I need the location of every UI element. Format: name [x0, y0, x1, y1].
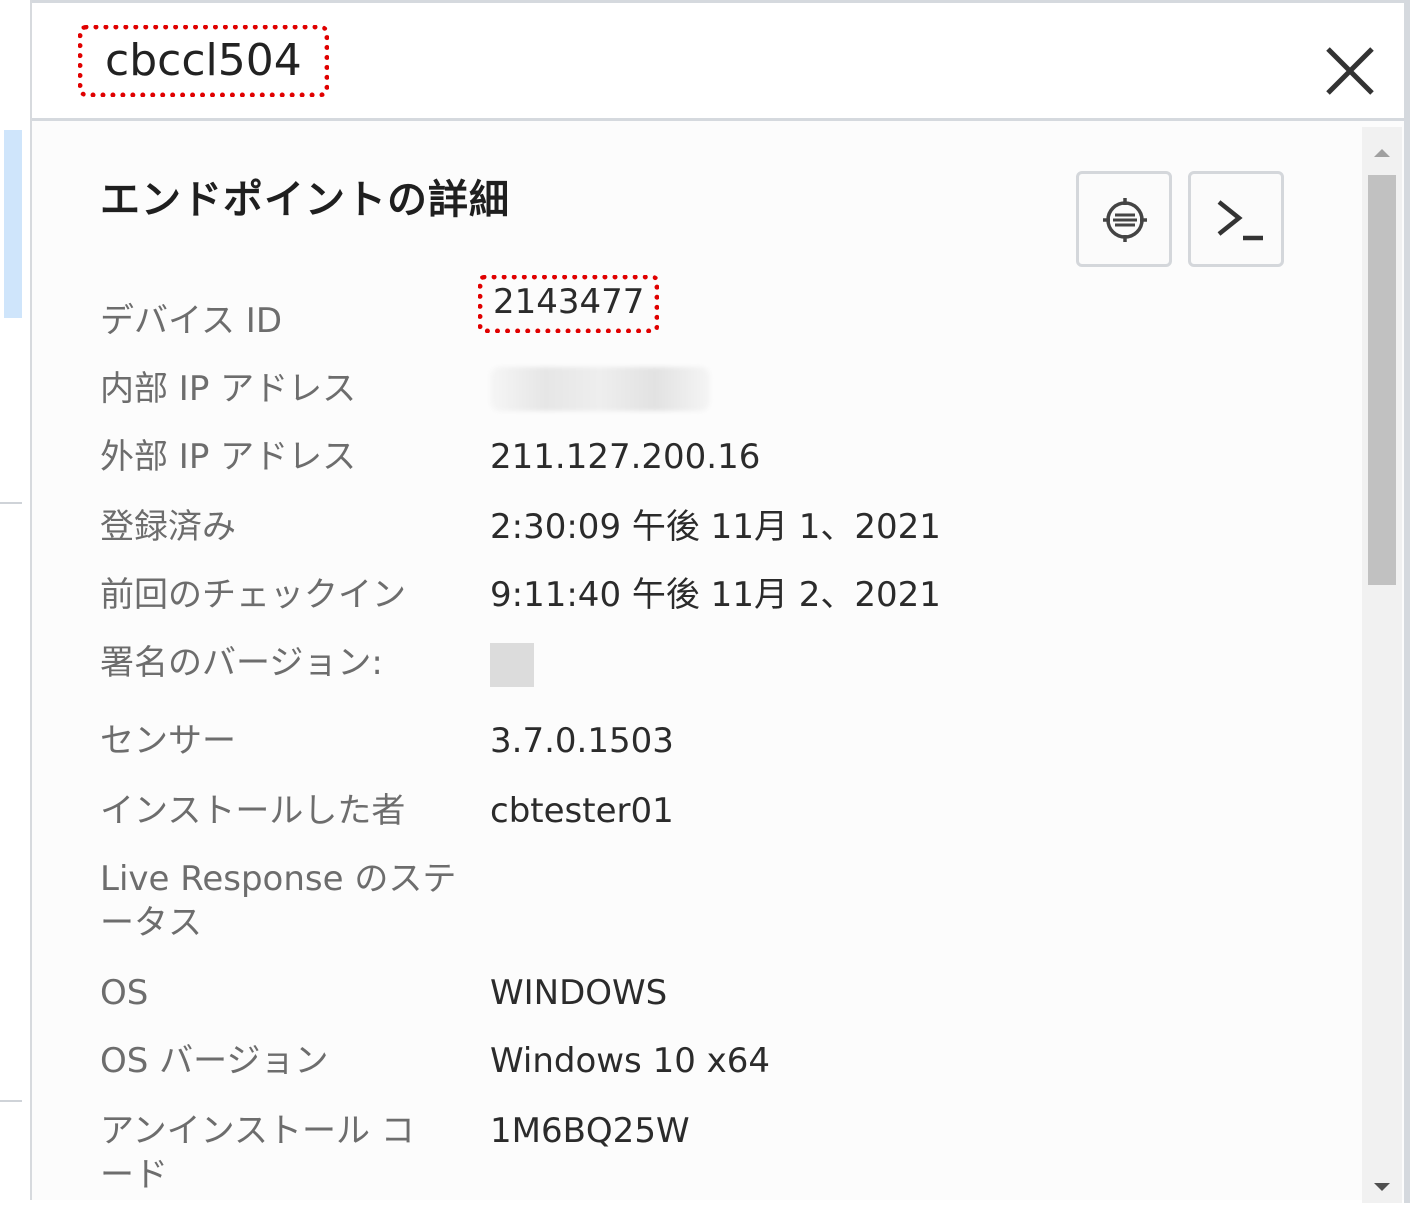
- quarantine-button[interactable]: [1076, 171, 1172, 267]
- internal-ip-redacted: [490, 367, 710, 411]
- uninstall-code-label-line2: ード: [100, 1155, 168, 1195]
- background-page-strip: [0, 0, 32, 1200]
- signature-version-placeholder: [490, 643, 534, 687]
- os-label: OS: [100, 973, 149, 1013]
- last-checkin-label: 前回のチェックイン: [100, 575, 406, 615]
- scroll-down-arrow-icon[interactable]: [1362, 1173, 1402, 1203]
- panel-title: エンドポイントの詳細: [100, 177, 510, 223]
- live-response-button[interactable]: [1188, 171, 1284, 267]
- registered-label: 登録済み: [100, 507, 236, 547]
- internal-ip-label: 内部 IP アドレス: [100, 369, 357, 409]
- external-ip-value: 211.127.200.16: [490, 437, 761, 477]
- installed-by-label: インストールした者: [100, 791, 406, 831]
- uninstall-code-label: アンインストール コ ード: [100, 1109, 480, 1197]
- terminal-icon: [1217, 200, 1263, 241]
- scroll-up-arrow-icon[interactable]: [1362, 137, 1402, 167]
- vertical-scrollbar[interactable]: [1362, 127, 1402, 1203]
- background-selected-row: [4, 130, 22, 318]
- registered-value: 2:30:09 午後 11月 1、2021: [490, 507, 941, 547]
- installed-by-value: cbtester01: [490, 791, 674, 831]
- sensor-value: 3.7.0.1503: [490, 721, 674, 761]
- last-checkin-value: 9:11:40 午後 11月 2、2021: [490, 575, 941, 615]
- background-divider: [0, 502, 22, 504]
- os-version-value: Windows 10 x64: [490, 1041, 771, 1081]
- os-value: WINDOWS: [490, 973, 668, 1013]
- live-response-status-label-line2: ータス: [100, 903, 202, 943]
- endpoint-name: cbccl504: [78, 25, 329, 97]
- live-response-status-label: Live Response のステ ータス: [100, 857, 480, 945]
- os-version-label: OS バージョン: [100, 1041, 329, 1081]
- device-id-label: デバイス ID: [100, 301, 282, 341]
- close-icon[interactable]: [1312, 33, 1388, 109]
- panel-border: [1404, 3, 1410, 1203]
- background-divider: [0, 1100, 22, 1102]
- uninstall-code-value: 1M6BQ25W: [490, 1111, 690, 1151]
- panel-header: cbccl504: [32, 3, 1410, 121]
- endpoint-details-panel: cbccl504 エンドポイントの詳細 デバイス ID 2143477 内部 I…: [32, 0, 1410, 1203]
- target-icon: [1103, 198, 1147, 242]
- signature-version-label: 署名のバージョン:: [100, 643, 383, 683]
- external-ip-label: 外部 IP アドレス: [100, 437, 357, 477]
- live-response-status-label-line1: Live Response のステ: [100, 859, 457, 899]
- uninstall-code-label-line1: アンインストール コ: [100, 1111, 415, 1151]
- sensor-label: センサー: [100, 721, 236, 761]
- scrollbar-thumb[interactable]: [1368, 175, 1396, 585]
- device-id-value: 2143477: [478, 275, 660, 333]
